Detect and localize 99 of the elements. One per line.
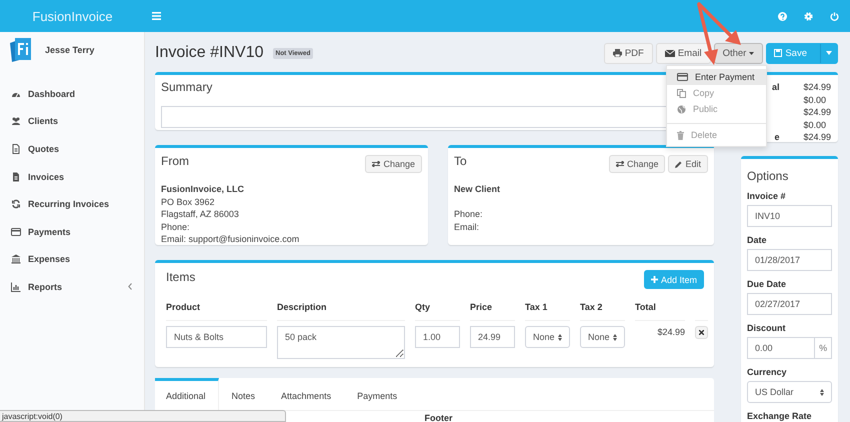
caret-down-icon — [826, 51, 832, 55]
address-line: Phone: — [161, 220, 191, 233]
total-value: $24.99 — [803, 106, 831, 118]
total-value: $0.00 — [803, 118, 827, 131]
total-value: $24.99 — [803, 131, 831, 144]
other-dropdown-button[interactable]: Other — [714, 42, 764, 64]
tax-select[interactable]: None — [525, 326, 570, 348]
column-header: Qty — [415, 289, 460, 321]
field-label: Currency — [747, 367, 788, 377]
column-header: Product — [166, 289, 267, 321]
refresh-icon — [11, 199, 21, 210]
discount-field[interactable]: 0.00 — [747, 337, 816, 359]
bank-icon — [11, 254, 21, 264]
total-cell-text: $24.99 — [656, 326, 685, 339]
trash-icon — [677, 130, 684, 140]
card-title: From — [161, 155, 189, 168]
sidebar-item[interactable]: Invoices — [0, 162, 144, 190]
tab[interactable]: Attachments — [268, 378, 344, 410]
party-button[interactable]: Change — [365, 155, 422, 173]
swap-icon — [372, 161, 380, 167]
tax-select[interactable]: None — [580, 326, 625, 348]
sidebar-item[interactable]: Reports — [0, 273, 144, 301]
up-down-caret-icon — [820, 388, 824, 396]
help-icon[interactable] — [778, 12, 787, 20]
user-name: Jesse Terry — [45, 45, 94, 57]
field-label: Date — [747, 235, 768, 245]
client-name: New Client — [454, 183, 502, 196]
tab[interactable]: Payments — [344, 378, 410, 410]
field-label: Due Date — [747, 279, 788, 289]
action-button[interactable]: Email — [656, 42, 711, 64]
sidebar-item[interactable]: Clients — [0, 108, 144, 136]
credit-card-icon — [677, 73, 688, 81]
menu-item[interactable]: Enter Payment — [667, 69, 766, 85]
address-line: Flagstaff, AZ 86003 — [161, 208, 240, 220]
footer-label: Footer — [424, 413, 454, 422]
sidebar-item[interactable]: Payments — [0, 218, 144, 246]
caret-down-icon — [749, 52, 754, 54]
tab[interactable]: Additional — [155, 378, 219, 410]
power-icon[interactable] — [830, 12, 839, 20]
envelope-icon — [664, 50, 675, 56]
brand-logo-text: FusionInvoice — [31, 8, 114, 24]
sidebar-item[interactable]: Expenses — [0, 246, 144, 274]
total-value: $24.99 — [803, 81, 831, 94]
card-title: Items — [166, 270, 196, 284]
menu-icon[interactable] — [152, 12, 161, 20]
print-icon — [612, 49, 622, 57]
document-icon — [11, 144, 21, 154]
percent-addon: % — [815, 337, 832, 359]
bar-chart-icon — [11, 282, 21, 292]
copy-icon — [677, 88, 686, 98]
total-label: al — [770, 81, 780, 94]
total-label: e — [773, 131, 780, 144]
users-icon — [11, 116, 21, 126]
field-label: Discount — [747, 323, 787, 333]
option-field[interactable]: 01/28/2017 — [747, 249, 832, 271]
globe-icon — [677, 104, 686, 114]
pencil-icon — [675, 160, 682, 168]
sidebar-item[interactable]: Quotes — [0, 135, 144, 163]
up-down-caret-icon — [558, 334, 562, 340]
card-title: Summary — [161, 80, 212, 94]
column-header: Tax 1 — [525, 289, 570, 321]
sidebar-item[interactable]: Dashboard — [0, 80, 144, 108]
close-icon — [699, 330, 704, 335]
delete-row-button[interactable] — [695, 326, 708, 339]
card-title: Options — [747, 169, 788, 183]
description-field[interactable]: 50 pack — [277, 326, 405, 359]
field-label: Exchange Rate — [747, 411, 813, 421]
swap-icon — [616, 161, 624, 167]
chevron-left-icon — [128, 283, 132, 290]
product-field[interactable]: Nuts & Bolts — [166, 326, 267, 348]
file-icon — [11, 172, 21, 182]
total-value: $0.00 — [803, 94, 827, 106]
currency-select[interactable]: US Dollar — [747, 381, 832, 403]
field-label: Invoice # — [747, 191, 787, 201]
page-title: Invoice #INV10 — [155, 44, 264, 62]
up-down-caret-icon — [613, 334, 617, 340]
settings-icon[interactable] — [804, 12, 813, 20]
address-line: Phone: — [454, 208, 484, 220]
credit-card-icon — [11, 226, 21, 237]
address-line: Email: support@fusioninvoice.com — [161, 233, 300, 246]
plus-icon — [650, 276, 658, 283]
price-field[interactable]: 24.99 — [470, 326, 515, 348]
card-title: To — [454, 155, 467, 168]
option-field[interactable]: 02/27/2017 — [747, 293, 832, 315]
party-button[interactable]: Change — [608, 155, 666, 173]
address-line: PO Box 3962 — [161, 196, 216, 208]
status-bar: javascript:void(0) — [0, 410, 286, 422]
party-button[interactable]: Edit — [668, 155, 708, 173]
column-header: Total — [635, 289, 685, 321]
column-header: Description — [277, 289, 405, 321]
qty-field[interactable]: 1.00 — [415, 326, 460, 348]
action-button[interactable]: PDF — [604, 42, 653, 64]
option-field[interactable]: INV10 — [747, 205, 832, 227]
tab[interactable]: Notes — [218, 378, 268, 410]
address-line: Email: — [454, 220, 480, 233]
column-header: Price — [470, 289, 515, 321]
sidebar-item[interactable]: Recurring Invoices — [0, 190, 144, 218]
client-name: FusionInvoice, LLC — [161, 183, 246, 196]
column-header: Tax 2 — [580, 289, 625, 321]
